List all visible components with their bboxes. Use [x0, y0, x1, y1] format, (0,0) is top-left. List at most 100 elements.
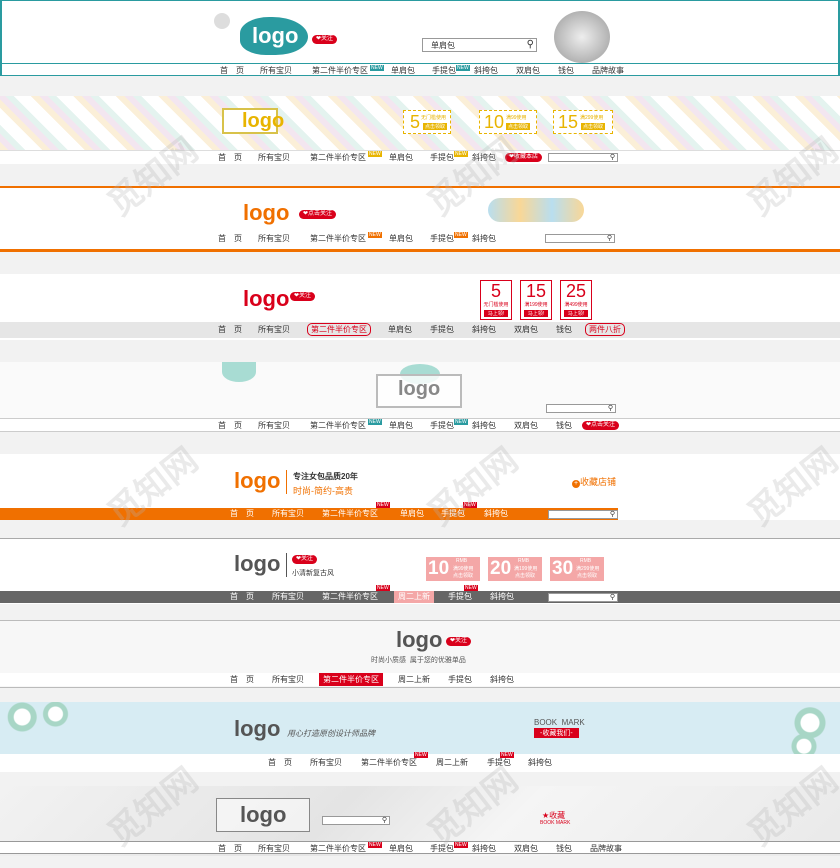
nav-item[interactable]: 手提包 — [430, 842, 454, 855]
nav-item[interactable]: 斜挎包 — [490, 591, 514, 603]
nav-item[interactable]: 所有宝贝 — [258, 151, 290, 164]
nav-item[interactable]: 所有宝贝 — [272, 591, 304, 603]
nav-item[interactable]: 单肩包 — [389, 151, 413, 164]
nav-item[interactable]: 手提包 — [430, 323, 454, 336]
nav-item[interactable]: 斜挎包 — [490, 673, 514, 686]
nav-item[interactable]: 首 页 — [230, 673, 254, 686]
nav-item[interactable]: 单肩包 — [400, 508, 424, 520]
nav-item[interactable]: 手提包 — [432, 64, 456, 76]
nav-item[interactable]: 斜挎包 — [472, 232, 496, 245]
coupon-1[interactable]: 10 RMB 满99使用 点击领取 — [426, 557, 480, 581]
nav-item[interactable]: 第二件半价专区 — [310, 419, 366, 431]
follow-button[interactable]: ❤关注 — [292, 555, 318, 564]
follow-button[interactable]: ❤点击关注 — [299, 210, 337, 219]
nav-item[interactable]: 单肩包 — [389, 232, 413, 245]
coupon-2[interactable]: 15 满199使用 马上领! — [520, 280, 552, 320]
nav-item[interactable]: 双肩包 — [514, 842, 538, 855]
nav-item[interactable]: 手提包 — [441, 508, 465, 520]
nav-item[interactable]: 手提包 — [430, 151, 454, 164]
nav-item[interactable]: 周二上新 — [436, 756, 468, 769]
nav-item[interactable]: 第二件半价专区 — [319, 673, 383, 686]
nav-item[interactable]: 斜挎包 — [528, 756, 552, 769]
nav-item[interactable]: 第二件半价专区 — [310, 151, 366, 164]
logo[interactable]: logo — [396, 627, 442, 653]
logo[interactable]: logo — [243, 200, 289, 226]
logo[interactable]: logo — [234, 551, 280, 577]
nav-item[interactable]: 所有宝贝 — [258, 419, 290, 431]
coupon-2[interactable]: 20 RMB 满199使用 点击领取 — [488, 557, 542, 581]
search-input[interactable]: ⚲ — [545, 234, 615, 243]
nav-item[interactable]: 斜挎包 — [472, 419, 496, 431]
nav-item[interactable]: 单肩包 — [388, 323, 412, 336]
nav-item[interactable]: 所有宝贝 — [260, 64, 292, 76]
logo[interactable]: logo — [243, 286, 289, 312]
coupon-3[interactable]: 25 满499使用 马上领! — [560, 280, 592, 320]
nav-item[interactable]: 首 页 — [230, 591, 254, 603]
search-input[interactable]: ⚲ — [548, 593, 618, 602]
bookmark-button[interactable]: -收藏我们- — [534, 728, 579, 738]
nav-item[interactable]: 手提包 — [448, 673, 472, 686]
search-icon[interactable]: ⚲ — [610, 510, 615, 518]
nav-item[interactable]: 所有宝贝 — [310, 756, 342, 769]
logo[interactable]: logo — [252, 23, 298, 49]
follow-button[interactable]: ❤关注 — [290, 292, 316, 301]
nav-item[interactable]: 第二件半价专区 — [307, 323, 371, 336]
search-input[interactable]: ⚲ — [548, 153, 618, 162]
fav-button[interactable]: ❤收藏本店 — [505, 153, 543, 162]
nav-item[interactable]: 首 页 — [230, 508, 254, 520]
nav-item[interactable]: 所有宝贝 — [272, 508, 304, 520]
search-input[interactable]: ⚲ — [322, 816, 390, 825]
search-icon[interactable]: ⚲ — [527, 39, 534, 50]
nav-item[interactable]: 品牌故事 — [590, 842, 622, 855]
nav-item[interactable]: 所有宝贝 — [258, 232, 290, 245]
nav-item[interactable]: 钱包 — [556, 419, 572, 431]
coupon-3[interactable]: 15 满299使用 点击领取 — [553, 110, 613, 134]
nav-item[interactable]: 斜挎包 — [484, 508, 508, 520]
follow-button[interactable]: ❤关注 — [446, 637, 472, 646]
nav-item[interactable]: 首 页 — [218, 323, 242, 336]
nav-item[interactable]: 所有宝贝 — [272, 673, 304, 686]
nav-item[interactable]: 首 页 — [220, 64, 244, 76]
nav-item[interactable]: 手提包 — [448, 591, 472, 603]
nav-item[interactable]: 单肩包 — [389, 842, 413, 855]
search-input[interactable]: ⚲ — [546, 404, 616, 413]
nav-item[interactable]: 斜挎包 — [472, 151, 496, 164]
nav-item[interactable]: 第二件半价专区 — [361, 756, 417, 769]
nav-item[interactable]: 斜挎包 — [472, 323, 496, 336]
search-input[interactable]: 单肩包 ⚲ — [422, 38, 537, 52]
search-icon[interactable]: ⚲ — [382, 816, 387, 824]
search-input[interactable]: ⚲ — [548, 510, 618, 519]
logo[interactable]: logo — [242, 110, 284, 133]
nav-item[interactable]: 第二件半价专区 — [322, 591, 378, 603]
nav-item[interactable]: 首 页 — [218, 232, 242, 245]
search-icon[interactable]: ⚲ — [610, 593, 615, 601]
nav-item[interactable]: 钱包 — [556, 842, 572, 855]
nav-item[interactable]: 周二上新 — [398, 673, 430, 686]
nav-item[interactable]: 手提包 — [430, 419, 454, 431]
nav-item[interactable]: 周二上新 — [394, 591, 434, 603]
nav-item[interactable]: 所有宝贝 — [258, 842, 290, 855]
logo[interactable]: logo — [398, 378, 440, 401]
logo[interactable]: logo — [240, 802, 286, 828]
search-icon[interactable]: ⚲ — [608, 404, 613, 412]
search-icon[interactable]: ⚲ — [610, 153, 615, 161]
coupon-3[interactable]: 30 RMB 满299使用 点击领取 — [550, 557, 604, 581]
nav-item[interactable]: 首 页 — [218, 151, 242, 164]
nav-item[interactable]: 斜挎包 — [474, 64, 498, 76]
nav-item[interactable]: 第二件半价专区 — [310, 232, 366, 245]
nav-item[interactable]: 手提包 — [430, 232, 454, 245]
nav-item[interactable]: 钱包 — [558, 64, 574, 76]
nav-item[interactable]: 第二件半价专区 — [310, 842, 366, 855]
nav-item[interactable]: 品牌故事 — [592, 64, 624, 76]
search-icon[interactable]: ⚲ — [607, 234, 612, 242]
nav-item[interactable]: 双肩包 — [516, 64, 540, 76]
nav-item[interactable]: 第二件半价专区 — [312, 64, 368, 76]
logo[interactable]: logo — [234, 468, 280, 494]
nav-item[interactable]: 所有宝贝 — [258, 323, 290, 336]
coupon-2[interactable]: 10 满99使用 点击领取 — [479, 110, 537, 134]
nav-item[interactable]: 双肩包 — [514, 419, 538, 431]
logo[interactable]: logo — [234, 716, 280, 742]
coupon-1[interactable]: 5 无门槛使用 点击领取 — [403, 110, 451, 134]
fav-button[interactable]: + 收藏店铺 — [572, 475, 616, 488]
nav-item[interactable]: 两件八折 — [585, 323, 625, 336]
